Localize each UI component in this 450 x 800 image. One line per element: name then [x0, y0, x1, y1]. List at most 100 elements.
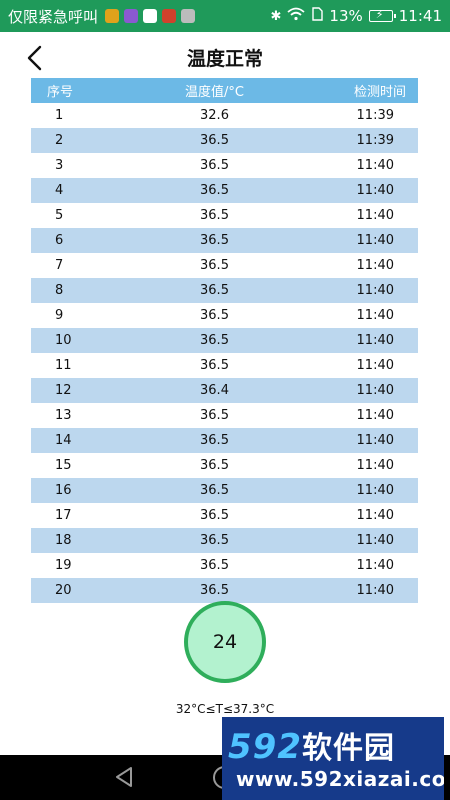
carrier-text: 仅限紧急呼叫	[8, 7, 99, 26]
cell-index: 9	[55, 308, 64, 323]
bluetooth-icon: ✱	[270, 8, 282, 24]
cell-temperature: 36.5	[200, 333, 229, 348]
cell-temperature: 32.6	[200, 108, 229, 123]
cell-index: 14	[55, 433, 72, 448]
table-row: 8 36.5 11:40	[31, 278, 418, 303]
cell-temperature: 36.5	[200, 458, 229, 473]
notification-gallery-icon	[124, 9, 139, 23]
cell-time: 11:40	[356, 383, 394, 398]
cell-index: 12	[55, 383, 72, 398]
cell-temperature: 36.5	[200, 258, 229, 273]
table-row: 14 36.5 11:40	[31, 428, 418, 453]
table-row: 16 36.5 11:40	[31, 478, 418, 503]
app-screen: 仅限紧急呼叫 ✱ 13% ⚡ 11:41 温度正常 序号 温度值/°C 检测时间…	[0, 0, 450, 800]
cell-time: 11:40	[356, 508, 394, 523]
watermark-title: 592软件园	[228, 723, 395, 767]
table-row: 11 36.5 11:40	[31, 353, 418, 378]
cell-index: 19	[55, 558, 72, 573]
cell-index: 15	[55, 458, 72, 473]
triangle-back-icon	[116, 767, 132, 787]
cell-temperature: 36.4	[200, 383, 229, 398]
cell-time: 11:40	[356, 458, 394, 473]
table-row: 10 36.5 11:40	[31, 328, 418, 353]
cell-time: 11:40	[356, 583, 394, 598]
cell-index: 20	[55, 583, 72, 598]
table-row: 6 36.5 11:40	[31, 228, 418, 253]
cell-temperature: 36.5	[200, 133, 229, 148]
cell-index: 6	[55, 233, 64, 248]
watermark-number: 592	[228, 727, 302, 767]
cell-temperature: 36.5	[200, 533, 229, 548]
table-row: 2 36.5 11:39	[31, 128, 418, 153]
cell-time: 11:39	[356, 108, 394, 123]
cell-index: 13	[55, 408, 72, 423]
temperature-table: 序号 温度值/°C 检测时间 1 32.6 11:39 2 36.5 11:39 3 36.5…	[31, 78, 418, 603]
cell-temperature: 36.5	[200, 358, 229, 373]
cell-time: 11:40	[356, 283, 394, 298]
table-row: 15 36.5 11:40	[31, 453, 418, 478]
status-right: ✱ 13% ⚡ 11:41	[271, 7, 442, 25]
watermark-url: www.592xiazai.com	[236, 767, 444, 791]
status-time: 11:41	[398, 7, 442, 25]
table-row: 3 36.5 11:40	[31, 153, 418, 178]
cell-index: 17	[55, 508, 72, 523]
count-value: 24	[212, 631, 238, 653]
cell-index: 18	[55, 533, 72, 548]
battery-percent: 13%	[329, 7, 363, 25]
notification-app-icon	[105, 9, 120, 23]
cell-temperature: 36.5	[200, 408, 229, 423]
table-row: 18 36.5 11:40	[31, 528, 418, 553]
column-header-time: 检测时间	[353, 85, 406, 100]
table-row: 19 36.5 11:40	[31, 553, 418, 578]
status-bar: 仅限紧急呼叫 ✱ 13% ⚡ 11:41	[0, 0, 450, 32]
cell-index: 2	[55, 133, 64, 148]
cell-temperature: 36.5	[200, 208, 229, 223]
wifi-icon	[287, 7, 306, 25]
table-row: 5 36.5 11:40	[31, 203, 418, 228]
notification-settings-icon	[181, 9, 196, 23]
cell-time: 11:39	[356, 133, 394, 148]
nav-back-button[interactable]	[113, 765, 135, 789]
table-row: 17 36.5 11:40	[31, 503, 418, 528]
cell-temperature: 36.5	[200, 558, 229, 573]
page-header: 温度正常	[0, 32, 450, 82]
cell-time: 11:40	[356, 358, 394, 373]
cell-temperature: 36.5	[200, 583, 229, 598]
cell-index: 3	[55, 158, 64, 173]
cell-temperature: 36.5	[200, 433, 229, 448]
count-circle[interactable]: 24	[184, 601, 266, 683]
cell-time: 11:40	[356, 208, 394, 223]
cell-index: 8	[55, 283, 64, 298]
normal-range-text: 32°C≤T≤37.3°C	[175, 702, 275, 716]
notification-music-icon	[162, 9, 177, 23]
table-header: 序号 温度值/°C 检测时间	[31, 78, 418, 103]
chevron-left-icon	[27, 45, 42, 71]
watermark-text: 软件园	[301, 731, 395, 766]
status-left: 仅限紧急呼叫	[8, 6, 196, 27]
cell-time: 11:40	[356, 483, 394, 498]
cell-temperature: 36.5	[200, 183, 229, 198]
sim-icon	[311, 7, 324, 25]
cell-time: 11:40	[356, 308, 394, 323]
table-row: 20 36.5 11:40	[31, 578, 418, 603]
table-row: 13 36.5 11:40	[31, 403, 418, 428]
cell-temperature: 36.5	[200, 508, 229, 523]
cell-time: 11:40	[356, 333, 394, 348]
table-row: 4 36.5 11:40	[31, 178, 418, 203]
page-title: 温度正常	[186, 47, 263, 70]
cell-temperature: 36.5	[200, 283, 229, 298]
cell-index: 1	[55, 108, 64, 123]
cell-time: 11:40	[356, 408, 394, 423]
watermark-logo: 592软件园 www.592xiazai.com	[222, 717, 444, 800]
cell-time: 11:40	[356, 558, 394, 573]
notification-browser-icon	[143, 9, 158, 23]
cell-index: 7	[55, 258, 64, 273]
cell-index: 10	[55, 333, 72, 348]
table-row: 9 36.5 11:40	[31, 303, 418, 328]
back-button[interactable]	[22, 44, 50, 72]
cell-temperature: 36.5	[200, 308, 229, 323]
table-row: 12 36.4 11:40	[31, 378, 418, 403]
battery-charging-icon: ⚡	[368, 8, 396, 22]
cell-time: 11:40	[356, 533, 394, 548]
cell-index: 11	[55, 358, 72, 373]
